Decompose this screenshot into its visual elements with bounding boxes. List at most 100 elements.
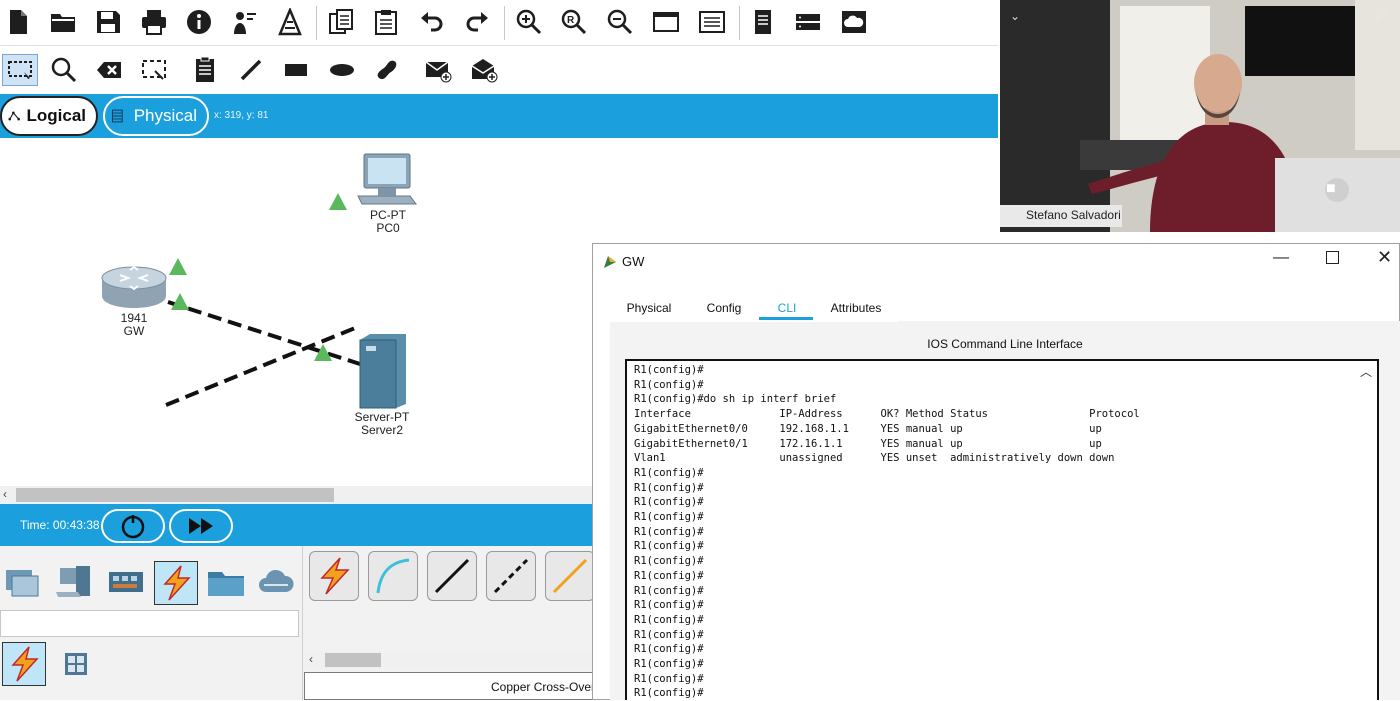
structured-cabling-icon[interactable] [56, 644, 96, 684]
copper-cross-over-icon[interactable] [486, 551, 536, 601]
scroll-left-icon[interactable]: ‹ [309, 652, 313, 666]
link-gw-server2[interactable] [167, 300, 361, 366]
device-dialog-icon[interactable] [792, 6, 824, 38]
redo-icon[interactable] [461, 6, 493, 38]
router-gw[interactable] [100, 264, 168, 310]
router-icon [101, 265, 167, 308]
server-icon [359, 334, 406, 409]
place-note-icon[interactable] [189, 54, 221, 86]
expand-video-icon[interactable]: ⤢ [1376, 6, 1387, 23]
connections-subcategory-icon[interactable] [2, 642, 46, 686]
device-search-input[interactable] [0, 610, 299, 637]
paste-icon[interactable] [370, 6, 402, 38]
logical-mode-button[interactable]: Logical [0, 96, 98, 136]
save-icon[interactable] [92, 6, 124, 38]
physical-rack-icon [111, 109, 123, 123]
cli-output: R1(config)# R1(config)# R1(config)#do sh i… [634, 363, 1140, 701]
cli-header: IOS Command Line Interface [927, 337, 1083, 351]
pdu-list-icon[interactable] [747, 6, 779, 38]
zoom-out-icon[interactable] [604, 6, 636, 38]
cli-line: R1(config)# [634, 584, 704, 597]
tab-physical[interactable]: Physical [610, 294, 688, 322]
freeform-icon[interactable] [371, 54, 403, 86]
draw-rectangle-icon[interactable] [280, 54, 312, 86]
draw-line-icon[interactable] [235, 54, 267, 86]
fiber-cable-icon[interactable] [545, 551, 595, 601]
main-toolbar: R [0, 0, 998, 46]
multiuser-category-icon[interactable] [256, 562, 296, 602]
connections-category-icon[interactable] [154, 561, 198, 605]
new-file-icon[interactable] [2, 6, 34, 38]
print-icon[interactable] [138, 6, 170, 38]
cloud-window-icon[interactable] [838, 6, 870, 38]
end-devices-category-icon[interactable] [54, 562, 94, 602]
miscellaneous-category-icon[interactable] [206, 562, 246, 602]
cli-line: R1(config)# [634, 525, 704, 538]
cli-line: R1(config)# [634, 555, 704, 568]
add-complex-pdu-icon[interactable] [468, 54, 500, 86]
cli-line: Interface IP-Address OK? Method Status P… [634, 408, 1140, 421]
drawing-palette-icon[interactable] [650, 6, 682, 38]
cli-line: R1(config)# [634, 658, 704, 671]
physical-mode-label: Physical [133, 106, 197, 125]
custom-devices-dialog-icon[interactable] [696, 6, 728, 38]
zoom-reset-icon[interactable]: R [558, 6, 590, 38]
cli-line: R1(config)#do sh ip interf brief [634, 393, 837, 406]
add-simple-pdu-icon[interactable] [422, 54, 454, 86]
edit-toolbar [0, 46, 998, 132]
pc-icon [357, 153, 417, 205]
cli-line: R1(config)# [634, 643, 704, 656]
cli-line: R1(config)# [634, 672, 704, 685]
network-devices-category-icon[interactable] [2, 562, 42, 602]
components-category-icon[interactable] [106, 562, 146, 602]
copper-straight-through-icon[interactable] [427, 551, 477, 601]
cli-line: R1(config)# [634, 569, 704, 582]
active-tab-indicator [759, 317, 813, 320]
cli-line: R1(config)# [634, 378, 704, 391]
scrollbar-thumb[interactable] [16, 488, 334, 502]
copy-icon[interactable] [325, 6, 357, 38]
scrollbar-thumb[interactable] [325, 653, 381, 667]
draw-ellipse-icon[interactable] [326, 54, 358, 86]
participant-name: Stefano Salvadori [1026, 208, 1121, 222]
close-button[interactable]: ✕ [1377, 247, 1392, 268]
minimize-button[interactable]: — [1273, 249, 1289, 267]
cli-line: GigabitEthernet0/0 192.168.1.1 YES manua… [634, 422, 1102, 435]
info-icon[interactable] [183, 6, 215, 38]
inspect-tool-icon[interactable] [48, 54, 80, 86]
select-tool-icon[interactable] [2, 54, 38, 86]
cli-scrollbar[interactable]: ︿ [1355, 361, 1377, 700]
network-wizard-icon[interactable] [229, 6, 261, 38]
power-cycle-button[interactable] [101, 509, 165, 543]
link-status-up-icon [329, 193, 347, 210]
simulation-time: Time: 00:43:38 [20, 518, 100, 532]
cli-line: R1(config)# [634, 364, 704, 376]
custom-device-icon[interactable] [274, 6, 306, 38]
zoom-in-icon[interactable] [513, 6, 545, 38]
cli-line: R1(config)# [634, 481, 704, 494]
scroll-left-icon[interactable]: ‹ [3, 487, 7, 501]
pc-name: PC0 [376, 221, 400, 235]
undo-icon[interactable] [416, 6, 448, 38]
link-gw-pc0[interactable] [165, 324, 361, 407]
open-folder-icon[interactable] [47, 6, 79, 38]
console-cable-icon[interactable] [368, 551, 418, 601]
resize-shape-icon[interactable] [138, 54, 170, 86]
fast-forward-button[interactable] [169, 509, 233, 543]
tab-attributes[interactable]: Attributes [814, 294, 898, 322]
scroll-up-icon[interactable]: ︿ [1360, 363, 1372, 380]
server-label: Server-PT Server2 [346, 411, 418, 437]
automatic-connection-icon[interactable] [309, 551, 359, 601]
cli-line: R1(config)# [634, 599, 704, 612]
delete-tool-icon[interactable] [93, 54, 125, 86]
logical-mode-label: Logical [26, 106, 86, 125]
cli-line: R1(config)# [634, 466, 704, 479]
tab-config[interactable]: Config [688, 294, 760, 322]
collapse-chevron-icon[interactable]: ⌄ [1010, 9, 1020, 23]
physical-mode-button[interactable]: Physical [103, 96, 209, 136]
maximize-button[interactable] [1326, 251, 1339, 264]
router-name: GW [123, 324, 145, 338]
cli-line: R1(config)# [634, 628, 704, 641]
server-server2[interactable] [356, 332, 408, 410]
pc-pc0[interactable] [356, 152, 420, 208]
